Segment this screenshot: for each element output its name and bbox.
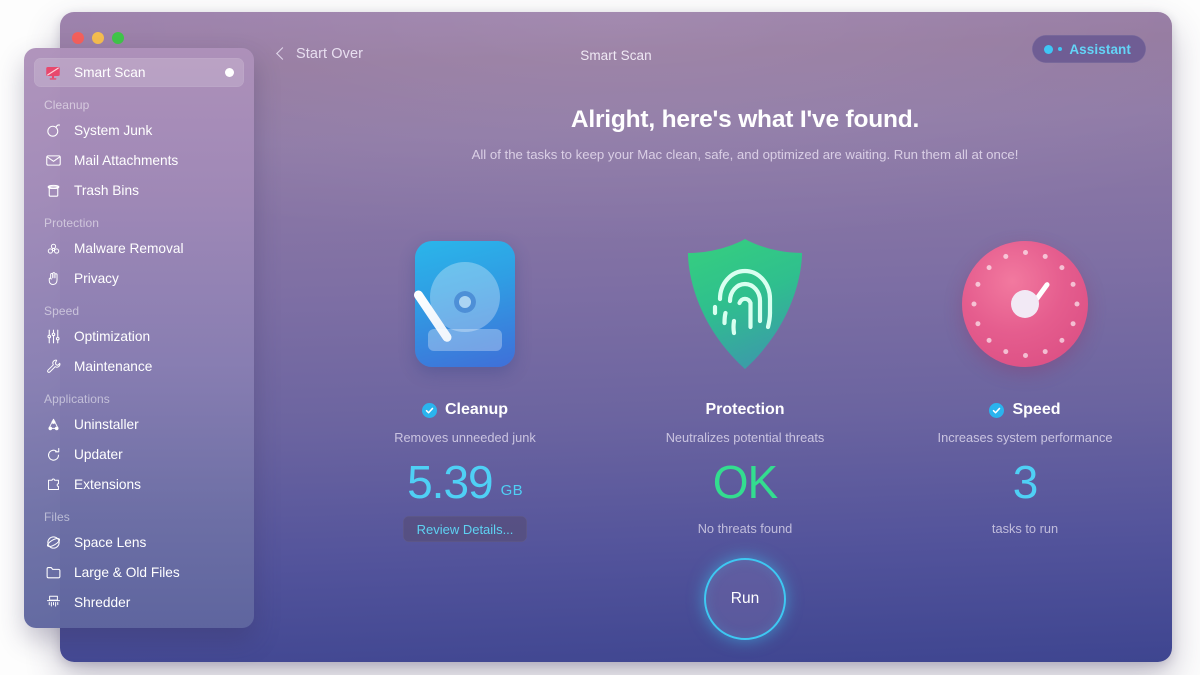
run-button[interactable]: Run [704,558,786,640]
metric-value: 3 [1012,456,1039,508]
folder-icon [44,564,62,582]
shredder-icon [44,594,62,612]
card-footer: tasks to run [991,521,1059,536]
sidebar-item-label: Mail Attachments [74,153,179,168]
card-subtitle: Removes unneeded junk [394,430,536,445]
card-title: Speed [1012,401,1061,418]
check-icon [989,402,1005,418]
sidebar-item-label: Optimization [74,329,151,344]
sidebar-item-label: Trash Bins [74,183,139,198]
puzzle-piece-icon [44,476,62,494]
minimize-button[interactable] [92,32,104,44]
sliders-icon [44,328,62,346]
assistant-label: Assistant [1069,41,1131,57]
sidebar-item-label: Malware Removal [74,241,184,256]
card-title-row: Speed [989,401,1061,419]
sidebar: Smart Scan Cleanup System Junk Mail Attachm… [24,48,254,628]
screenshot-stage: Start Over Smart Scan Assistant Alright,… [0,0,1200,675]
sidebar-item-optimization[interactable]: Optimization [34,322,244,351]
sidebar-item-system-junk[interactable]: System Junk [34,116,244,145]
sidebar-item-label: Updater [74,447,123,462]
card-title-row: Cleanup [421,401,509,419]
speed-gauge-icon [962,241,1088,367]
sidebar-item-large-old-files[interactable]: Large & Old Files [34,558,244,587]
wrench-icon [44,358,62,376]
metric-value: OK [712,456,778,508]
card-subtitle: Increases system performance [937,430,1113,445]
assistant-dot-small-icon [1058,47,1063,51]
biohazard-icon [44,240,62,258]
sidebar-group-title: Cleanup [44,98,90,112]
sidebar-item-shredder[interactable]: Shredder [34,588,244,617]
sidebar-item-mail-attachments[interactable]: Mail Attachments [34,146,244,175]
card-subtitle: Neutralizes potential threats [665,430,825,445]
sidebar-item-maintenance[interactable]: Maintenance [34,352,244,381]
hard-drive-icon [412,241,515,367]
results-cards: Cleanup Removes unneeded junk 5.39 GB Review… [318,234,1172,542]
sidebar-item-label: Extensions [74,477,141,492]
maximize-button[interactable] [112,32,124,44]
main-content: Alright, here's what I've found. All of … [318,84,1172,662]
sidebar-item-updater[interactable]: Updater [34,440,244,469]
card-footer: No threats found [697,521,793,536]
result-card-cleanup: Cleanup Removes unneeded junk 5.39 GB Review… [325,234,605,542]
sidebar-group-title: Speed [44,304,80,318]
sidebar-item-malware-removal[interactable]: Malware Removal [34,234,244,263]
trash-icon [44,182,62,200]
sidebar-item-uninstaller[interactable]: Uninstaller [34,410,244,439]
check-icon [421,402,437,418]
card-title-row: Protection [705,401,784,419]
shield-fingerprint-icon [687,239,803,369]
sidebar-item-label: Space Lens [74,535,147,550]
review-details-button[interactable]: Review Details... [402,516,528,542]
card-artwork [682,234,808,374]
sidebar-item-space-lens[interactable]: Space Lens [34,528,244,557]
smart-scan-monitor-icon [44,64,62,82]
assistant-button[interactable]: Assistant [1032,35,1146,63]
run-button-area: Run [318,558,1172,640]
close-button[interactable] [72,32,84,44]
sidebar-item-extensions[interactable]: Extensions [34,470,244,499]
sidebar-item-smart-scan[interactable]: Smart Scan [34,58,244,87]
sidebar-group-title: Protection [44,216,100,230]
card-metric: OK [712,456,778,508]
sidebar-item-label: Shredder [74,595,131,610]
sidebar-group-title: Files [44,510,70,524]
metric-value: 5.39 [407,456,494,508]
card-artwork [962,234,1088,374]
card-metric: 3 [1012,456,1039,508]
scan-status-dot-icon [225,68,234,77]
sidebar-item-label: Uninstaller [74,417,139,432]
metric-unit: GB [500,482,523,499]
card-title: Cleanup [444,401,509,418]
result-card-speed: Speed Increases system performance 3 tasks … [885,234,1165,542]
sidebar-item-label: Smart Scan [74,65,146,80]
orbit-icon [44,534,62,552]
uninstaller-icon [44,416,62,434]
envelope-icon [44,152,62,170]
sidebar-item-trash-bins[interactable]: Trash Bins [34,176,244,205]
card-artwork [412,234,515,374]
card-title: Protection [705,401,785,418]
sidebar-item-label: Maintenance [74,359,153,374]
assistant-dot-icon [1044,44,1054,54]
sidebar-group-title: Applications [44,392,110,406]
sidebar-item-label: System Junk [74,123,153,138]
sidebar-item-label: Privacy [74,271,119,286]
hand-icon [44,270,62,288]
vacuum-icon [44,122,62,140]
result-card-protection: Protection Neutralizes potential threats O… [605,234,885,542]
sidebar-item-privacy[interactable]: Privacy [34,264,244,293]
sidebar-item-label: Large & Old Files [74,565,180,580]
window-controls[interactable] [72,32,124,44]
card-metric: 5.39 GB [407,459,523,505]
page-subheadline: All of the tasks to keep your Mac clean,… [471,147,1019,162]
refresh-arrow-icon [44,446,62,464]
page-headline: Alright, here's what I've found. [570,106,920,133]
